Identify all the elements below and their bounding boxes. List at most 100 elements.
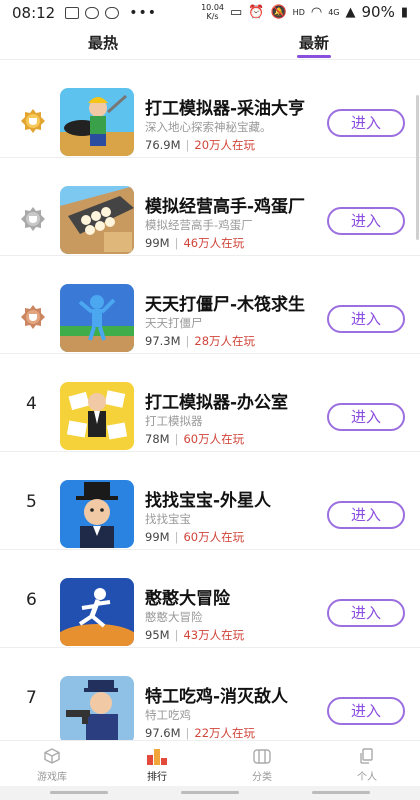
- gold-medal-icon: [21, 109, 45, 133]
- game-title: 打工模拟器-办公室: [145, 393, 289, 413]
- enter-button[interactable]: 进入: [327, 697, 405, 725]
- meta-separator: |: [185, 334, 190, 348]
- rank-number: 6: [26, 590, 37, 610]
- game-subtitle: 特工吃鸡: [145, 708, 191, 722]
- players-count: 46万人在玩: [183, 236, 245, 250]
- game-row[interactable]: 5 找找宝宝-外星人 找找宝宝 99M | 60万人在玩 进入: [0, 452, 420, 550]
- gallery-icon: [65, 7, 80, 19]
- vr-icon: ▭: [230, 4, 243, 20]
- tab-new[interactable]: 最新: [299, 32, 329, 53]
- meta-separator: |: [185, 138, 190, 152]
- meta-separator: |: [174, 432, 179, 446]
- alarm-icon: ⏰: [248, 4, 265, 20]
- active-tab-indicator: [297, 55, 331, 58]
- game-size: 78M: [145, 432, 170, 446]
- meta-separator: |: [185, 726, 190, 740]
- wifi-icon: ◠: [310, 4, 323, 20]
- status-bar: 08:12 ••• 10.04 K/s ▭ ⏰ 🔕 HD ◠ 4G ▲ 90% …: [0, 0, 420, 26]
- battery-percent: 90%: [361, 3, 395, 21]
- game-thumbnail[interactable]: [60, 480, 134, 548]
- enter-button[interactable]: 进入: [327, 403, 405, 431]
- game-meta: 97.6M | 22万人在玩: [145, 725, 255, 741]
- game-size: 76.9M: [145, 138, 181, 152]
- game-meta: 97.3M | 28万人在玩: [145, 333, 255, 349]
- players-count: 43万人在玩: [183, 628, 245, 642]
- game-thumbnail[interactable]: [60, 186, 134, 254]
- game-title: 打工模拟器-采油大亨: [145, 99, 306, 119]
- players-count: 28万人在玩: [194, 334, 256, 348]
- network-speed: 10.04 K/s: [201, 3, 224, 21]
- game-row[interactable]: 模拟经营高手-鸡蛋厂 模拟经营高手-鸡蛋厂 99M | 46万人在玩 进入: [0, 158, 420, 256]
- bronze-medal-icon: [21, 305, 45, 329]
- nav-category[interactable]: 分类: [227, 747, 297, 783]
- game-size: 95M: [145, 628, 170, 642]
- meta-separator: |: [174, 236, 179, 250]
- system-nav-bar: [0, 786, 420, 800]
- tab-hot[interactable]: 最热: [88, 32, 118, 53]
- speed-value: 10.04: [201, 3, 224, 12]
- game-meta: 78M | 60万人在玩: [145, 431, 244, 447]
- nav-label: 排行: [147, 772, 167, 783]
- battery-icon: ▮: [400, 4, 408, 20]
- rank-number: 5: [26, 492, 37, 512]
- game-subtitle: 天天打僵尸: [145, 316, 203, 330]
- enter-button[interactable]: 进入: [327, 207, 405, 235]
- game-subtitle: 憨憨大冒险: [145, 610, 203, 624]
- signal-label: 4G: [328, 7, 340, 17]
- nav-pill: [50, 791, 108, 794]
- game-title: 特工吃鸡-消灭敌人: [145, 687, 289, 707]
- game-title: 天天打僵尸-木筏求生: [145, 295, 306, 315]
- status-time: 08:12: [12, 4, 56, 22]
- scrollbar[interactable]: [416, 95, 419, 240]
- check-icon: [105, 7, 120, 19]
- enter-button[interactable]: 进入: [327, 109, 405, 137]
- podium-icon: [147, 749, 167, 765]
- nav-game-library[interactable]: 游戏库: [17, 747, 87, 783]
- rank-tabs: 最热 最新: [0, 26, 420, 60]
- game-thumbnail[interactable]: [60, 578, 134, 646]
- players-count: 20万人在玩: [194, 138, 256, 152]
- game-subtitle: 模拟经营高手-鸡蛋厂: [145, 218, 253, 232]
- game-meta: 76.9M | 20万人在玩: [145, 137, 255, 153]
- game-thumbnail[interactable]: [60, 676, 134, 744]
- hd-label: HD: [292, 7, 305, 17]
- game-subtitle: 打工模拟器: [145, 414, 203, 428]
- game-title: 模拟经营高手-鸡蛋厂: [145, 197, 306, 217]
- profile-icon: [360, 748, 373, 764]
- game-row[interactable]: 4 打工模拟器-办公室 打工模拟器 78M | 60万人在玩 进入: [0, 354, 420, 452]
- game-subtitle: 深入地心探索神秘宝藏。: [145, 120, 272, 134]
- game-thumbnail[interactable]: [60, 382, 134, 450]
- speed-unit: K/s: [206, 12, 219, 21]
- cube-icon: [44, 748, 60, 764]
- more-notifications-icon: •••: [129, 5, 158, 21]
- nav-profile[interactable]: 个人: [332, 747, 402, 783]
- game-size: 97.6M: [145, 726, 181, 740]
- players-count: 22万人在玩: [194, 726, 256, 740]
- game-size: 97.3M: [145, 334, 181, 348]
- silver-medal-icon: [21, 207, 45, 231]
- game-row[interactable]: 打工模拟器-采油大亨 深入地心探索神秘宝藏。 76.9M | 20万人在玩 进入: [0, 60, 420, 158]
- nav-pill: [312, 791, 370, 794]
- game-meta: 95M | 43万人在玩: [145, 627, 244, 643]
- enter-button[interactable]: 进入: [327, 599, 405, 627]
- mute-icon: 🔕: [270, 4, 287, 20]
- nav-ranking[interactable]: 排行: [122, 747, 192, 783]
- signal-icon: ▲: [345, 4, 356, 20]
- game-thumbnail[interactable]: [60, 88, 134, 156]
- game-row[interactable]: 6 憨憨大冒险 憨憨大冒险 95M | 43万人在玩 进入: [0, 550, 420, 648]
- game-size: 99M: [145, 530, 170, 544]
- nav-label: 分类: [252, 772, 272, 783]
- bottom-nav: 游戏库 排行 分类 个人: [0, 740, 420, 786]
- enter-button[interactable]: 进入: [327, 501, 405, 529]
- players-count: 60万人在玩: [183, 530, 245, 544]
- enter-button[interactable]: 进入: [327, 305, 405, 333]
- players-count: 60万人在玩: [183, 432, 245, 446]
- game-thumbnail[interactable]: [60, 284, 134, 352]
- meta-separator: |: [174, 628, 179, 642]
- game-row[interactable]: 天天打僵尸-木筏求生 天天打僵尸 97.3M | 28万人在玩 进入: [0, 256, 420, 354]
- game-row[interactable]: 7 特工吃鸡-消灭敌人 特工吃鸡 97.6M | 22万人在玩 进入: [0, 648, 420, 746]
- meta-separator: |: [174, 530, 179, 544]
- game-title: 憨憨大冒险: [145, 589, 230, 609]
- rank-number: 4: [26, 394, 37, 414]
- game-meta: 99M | 60万人在玩: [145, 529, 244, 545]
